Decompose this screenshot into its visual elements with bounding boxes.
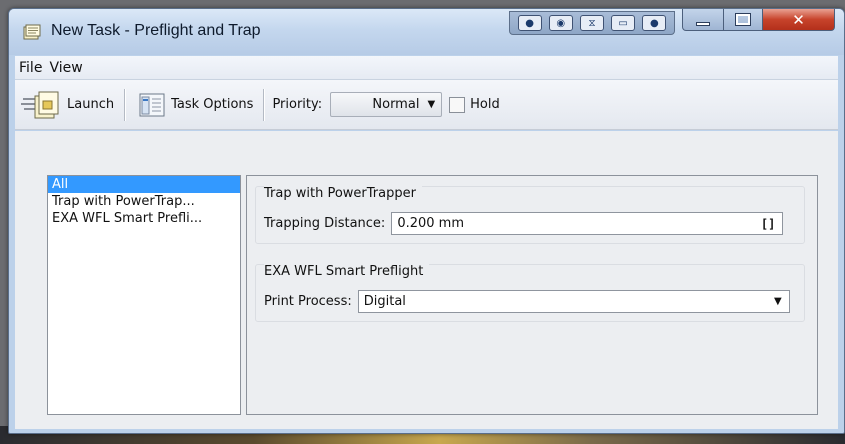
- tool-camera-icon[interactable]: ●: [517, 15, 542, 31]
- tool-eye-icon[interactable]: ◉: [548, 15, 573, 31]
- dropdown-caret-icon: ▼: [774, 296, 782, 307]
- trapping-distance-label: Trapping Distance:: [264, 216, 386, 231]
- minimize-button[interactable]: [682, 9, 724, 31]
- trapping-distance-row: Trapping Distance: 0.200 mm []: [264, 212, 784, 235]
- dropdown-caret-icon: ▼: [427, 99, 436, 110]
- print-process-select[interactable]: Digital ▼: [357, 290, 790, 313]
- options-panel: Trap with PowerTrapper Trapping Distance…: [246, 175, 818, 415]
- task-window: New Task - Preflight and Trap ● ◉ ⧖ ▭ ● …: [8, 8, 845, 434]
- priority-value: Normal: [372, 97, 420, 112]
- hold-checkbox[interactable]: [449, 96, 466, 113]
- priority-label: Priority:: [272, 97, 323, 112]
- trapping-distance-value: 0.200 mm: [397, 216, 464, 231]
- menu-file[interactable]: File: [19, 60, 42, 76]
- tool-record-icon[interactable]: ●: [642, 15, 667, 31]
- task-options-label: Task Options: [171, 97, 254, 112]
- task-doc-icon: [23, 24, 41, 40]
- print-process-label: Print Process:: [264, 294, 352, 309]
- task-options-button[interactable]: Task Options: [129, 87, 259, 123]
- maximize-icon: [735, 13, 751, 26]
- trap-group-title: Trap with PowerTrapper: [264, 186, 422, 201]
- main-content: All Trap with PowerTrap... EXA WFL Smart…: [15, 131, 838, 429]
- preflight-group: EXA WFL Smart Preflight Print Process: D…: [255, 264, 805, 322]
- maximize-button[interactable]: [723, 9, 763, 31]
- trapping-distance-input[interactable]: 0.200 mm []: [391, 212, 784, 235]
- print-process-row: Print Process: Digital ▼: [264, 290, 790, 313]
- priority-select[interactable]: Normal ▼: [330, 92, 443, 117]
- close-icon: ✕: [792, 10, 805, 29]
- tree-item-preflight[interactable]: EXA WFL Smart Prefli...: [48, 210, 240, 227]
- window-title: New Task - Preflight and Trap: [51, 22, 261, 39]
- print-process-value: Digital: [363, 294, 406, 309]
- unit-toggle-button[interactable]: []: [761, 217, 775, 231]
- tool-rect-icon[interactable]: ▭: [611, 15, 636, 31]
- menu-view[interactable]: View: [49, 60, 82, 76]
- menu-bar: File View: [15, 56, 838, 80]
- minimize-icon: [696, 21, 710, 26]
- tool-filter-icon[interactable]: ⧖: [579, 15, 604, 31]
- task-tree: All Trap with PowerTrap... EXA WFL Smart…: [47, 175, 241, 415]
- toolbar-separator: [263, 88, 265, 121]
- tree-item-trap[interactable]: Trap with PowerTrap...: [48, 193, 240, 210]
- preflight-group-title: EXA WFL Smart Preflight: [264, 264, 430, 279]
- toolbar: Launch Task Options Priority: Normal ▼ H…: [15, 80, 838, 130]
- launch-label: Launch: [67, 97, 115, 112]
- title-bar[interactable]: New Task - Preflight and Trap ● ◉ ⧖ ▭ ● …: [9, 9, 844, 55]
- tree-item-all[interactable]: All: [48, 176, 240, 193]
- close-button[interactable]: ✕: [762, 9, 835, 31]
- launch-icon: [21, 91, 59, 118]
- trap-group: Trap with PowerTrapper Trapping Distance…: [255, 186, 805, 244]
- hold-label: Hold: [470, 97, 500, 112]
- task-options-icon: [139, 93, 165, 116]
- launch-button[interactable]: Launch: [15, 87, 120, 123]
- window-tools: ● ◉ ⧖ ▭ ●: [509, 11, 675, 35]
- toolbar-separator: [124, 88, 126, 121]
